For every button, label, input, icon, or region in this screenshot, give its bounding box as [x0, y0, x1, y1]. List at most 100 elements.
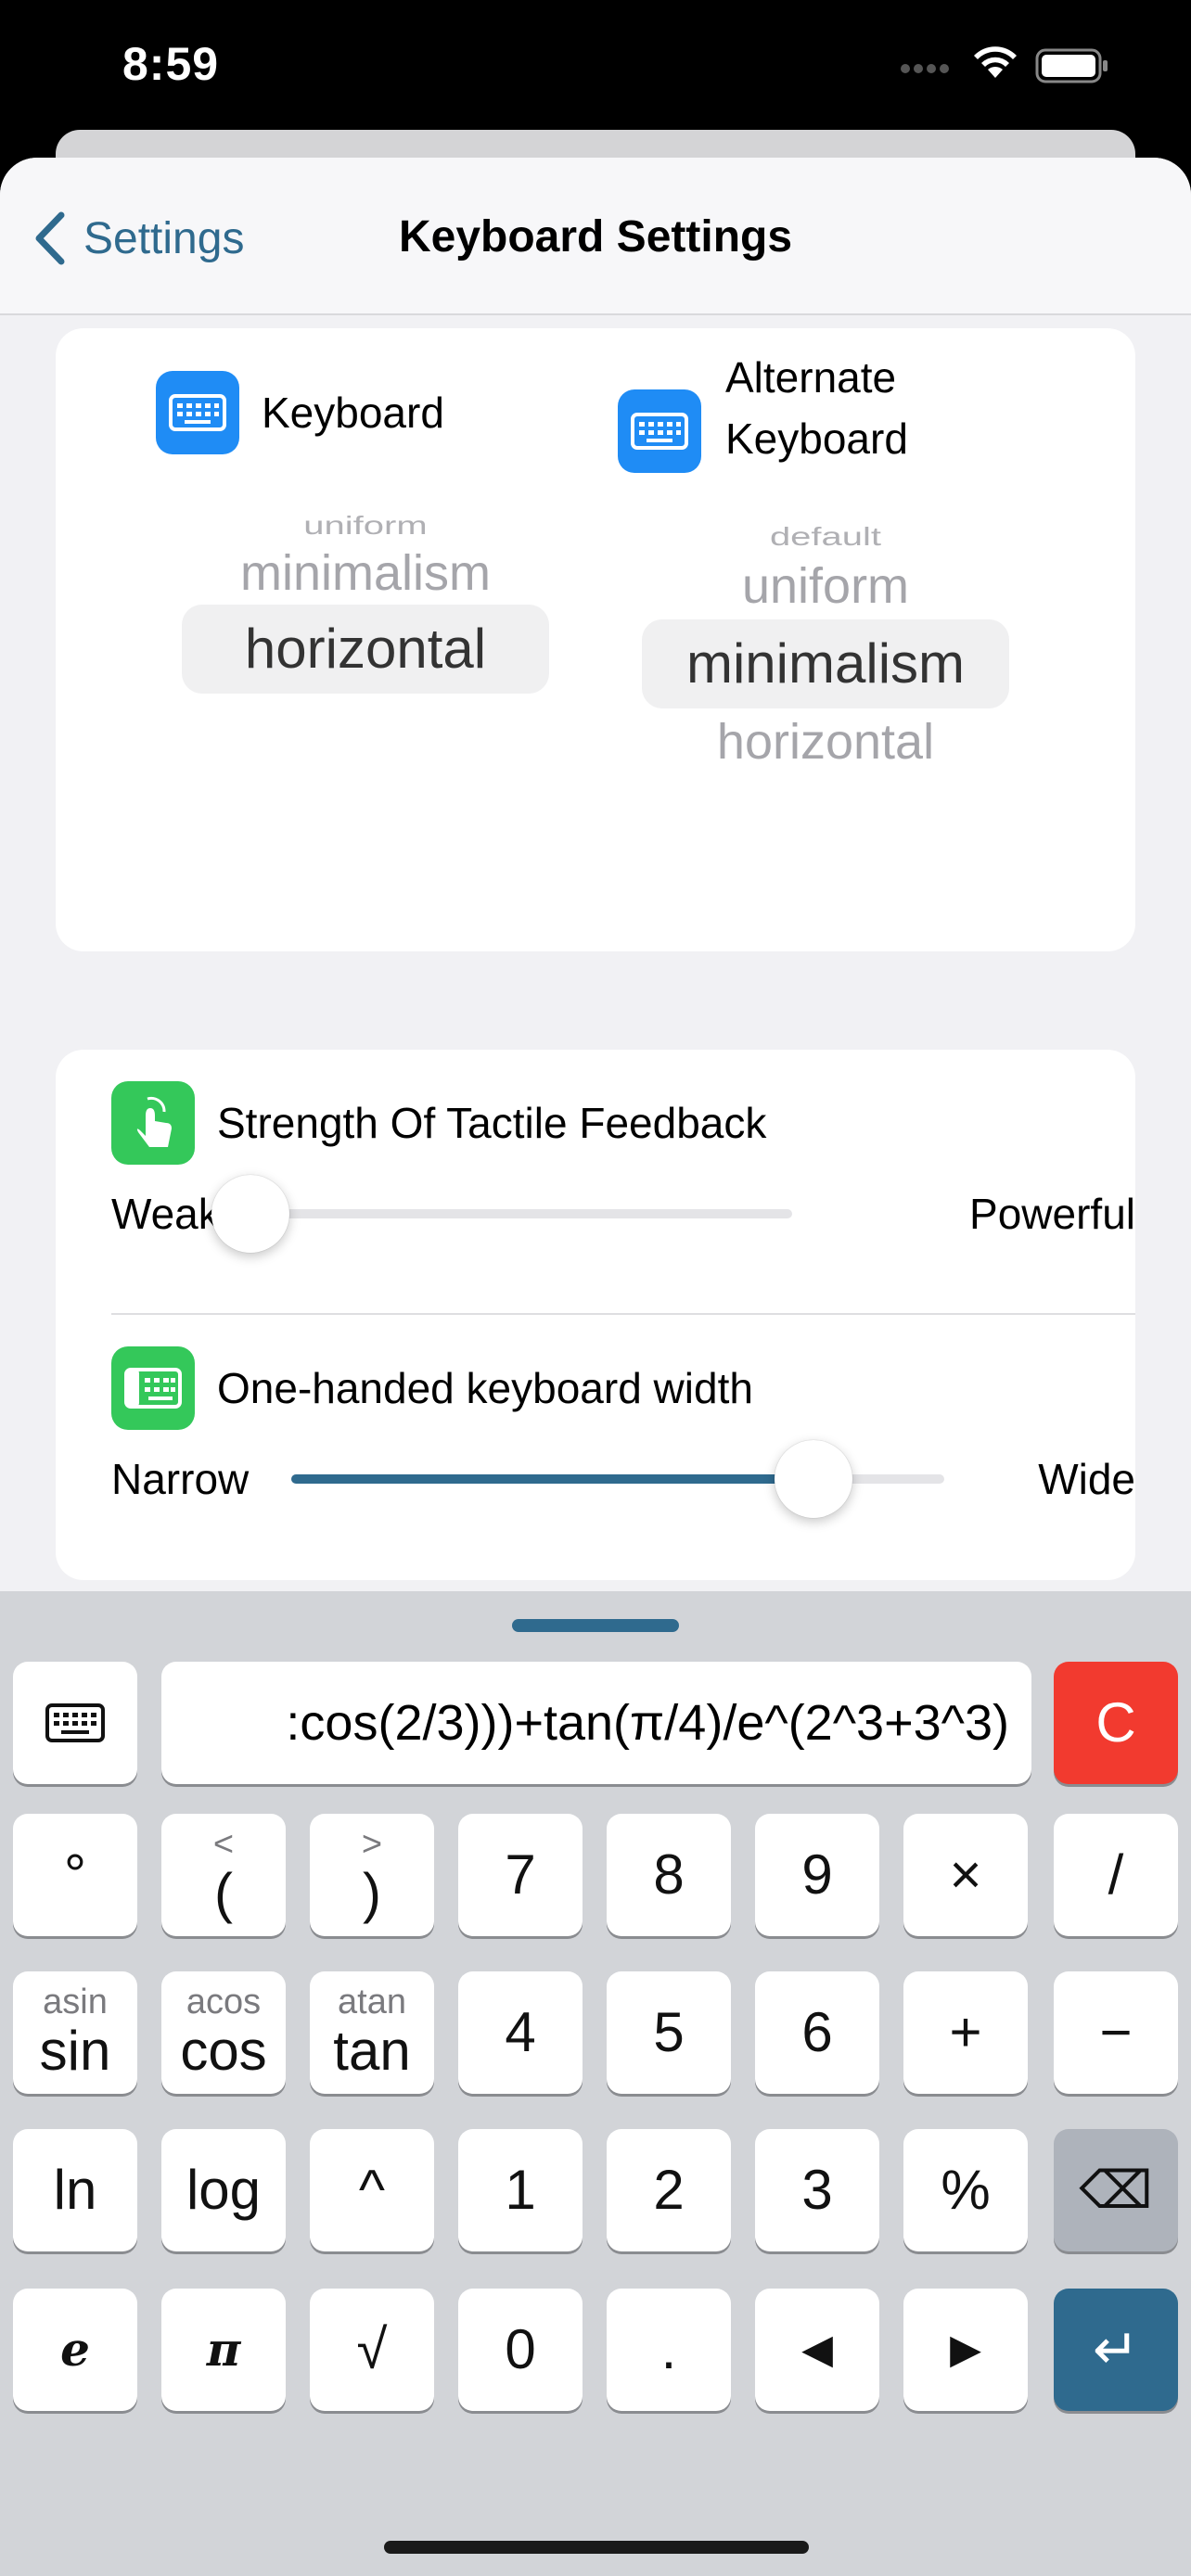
- picker-option[interactable]: uniform: [182, 515, 549, 537]
- key-plus[interactable]: +: [903, 1971, 1028, 2094]
- key-multiply[interactable]: ×: [903, 1814, 1028, 1936]
- keyboard-drag-handle[interactable]: [512, 1619, 679, 1632]
- key-cursor-left[interactable]: ◀: [755, 2289, 879, 2411]
- key-enter[interactable]: ↵: [1054, 2289, 1178, 2411]
- key-ln[interactable]: ln: [13, 2129, 137, 2251]
- key-sqrt[interactable]: √: [310, 2289, 434, 2411]
- key-secondary-label: asin: [43, 1983, 108, 2021]
- key-percent[interactable]: %: [903, 2129, 1028, 2251]
- width-max-label: Wide: [1038, 1455, 1135, 1503]
- key-label: 5: [653, 2001, 685, 2063]
- tactile-slider-thumb[interactable]: [211, 1175, 289, 1253]
- key-label: ): [363, 1862, 381, 1924]
- home-indicator: [384, 2541, 809, 2554]
- key-label: 1: [505, 2159, 536, 2221]
- battery-icon: [1035, 48, 1108, 83]
- navigation-bar: Settings Keyboard Settings: [0, 158, 1191, 315]
- alternate-keyboard-picker[interactable]: default uniform minimalism horizontal: [642, 521, 1009, 818]
- width-slider-fill: [291, 1474, 814, 1484]
- key-label: ⌫: [1079, 2161, 1153, 2219]
- key-digit-7[interactable]: 7: [458, 1814, 583, 1936]
- keyboard-style-picker[interactable]: uniform minimalism horizontal: [182, 510, 549, 788]
- tactile-feedback-slider-row: Weak Powerful: [111, 1175, 1135, 1253]
- key-degree[interactable]: °: [13, 1814, 137, 1936]
- key-label: sin: [39, 2020, 111, 2082]
- width-slider-thumb[interactable]: [775, 1440, 853, 1518]
- key-label: (: [214, 1862, 233, 1924]
- tactile-min-label: Weak: [111, 1190, 220, 1238]
- key-label: π: [206, 2322, 241, 2377]
- cellular-signal-icon: [901, 64, 949, 73]
- key-digit-6[interactable]: 6: [755, 1971, 879, 2094]
- key-digit-8[interactable]: 8: [607, 1814, 731, 1936]
- key-cursor-right[interactable]: ▶: [903, 2289, 1028, 2411]
- tactile-max-label: Powerful: [969, 1190, 1135, 1238]
- keyboard-width-slider-row: Narrow Wide: [111, 1440, 1135, 1518]
- key-label: 8: [653, 1843, 685, 1906]
- key-cos[interactable]: acos cos: [161, 1971, 286, 2094]
- key-label: 7: [505, 1843, 536, 1906]
- key-label: ln: [53, 2159, 97, 2221]
- tactile-slider-track[interactable]: [211, 1175, 792, 1253]
- key-label: −: [1099, 2001, 1133, 2063]
- key-log[interactable]: log: [161, 2129, 286, 2251]
- key-euler-e[interactable]: e: [13, 2289, 137, 2411]
- key-digit-1[interactable]: 1: [458, 2129, 583, 2251]
- picker-option[interactable]: minimalism: [182, 545, 549, 601]
- alternate-keyboard-icon: [618, 389, 701, 473]
- key-divide[interactable]: /: [1054, 1814, 1178, 1936]
- clear-button[interactable]: C: [1054, 1662, 1178, 1784]
- key-digit-2[interactable]: 2: [607, 2129, 731, 2251]
- picker-option[interactable]: default: [642, 526, 1009, 548]
- key-label: 6: [801, 2001, 833, 2063]
- keyboard-label: Keyboard: [262, 389, 444, 437]
- key-label: ◀: [801, 2327, 833, 2372]
- key-sin[interactable]: asin sin: [13, 1971, 137, 2094]
- key-secondary-label: >: [361, 1825, 383, 1864]
- keyboard-layout-card: Keyboard uniform minimalism horizontal A…: [56, 328, 1135, 951]
- key-power[interactable]: ^: [310, 2129, 434, 2251]
- width-slider-track[interactable]: [291, 1440, 944, 1518]
- key-pi[interactable]: π: [161, 2289, 286, 2411]
- key-decimal-point[interactable]: .: [607, 2289, 731, 2411]
- key-label: °: [64, 1843, 86, 1906]
- status-time: 8:59: [122, 38, 220, 90]
- key-secondary-label: <: [212, 1825, 235, 1864]
- width-min-label: Narrow: [111, 1455, 250, 1503]
- key-label: 2: [653, 2159, 685, 2221]
- key-label: 9: [801, 1843, 833, 1906]
- key-digit-0[interactable]: 0: [458, 2289, 583, 2411]
- key-digit-5[interactable]: 5: [607, 1971, 731, 2094]
- key-digit-4[interactable]: 4: [458, 1971, 583, 2094]
- divider: [111, 1313, 1135, 1315]
- page-title: Keyboard Settings: [398, 212, 793, 261]
- switch-keyboard-button[interactable]: [13, 1662, 137, 1784]
- wifi-icon: [974, 46, 1017, 78]
- picker-option[interactable]: uniform: [642, 558, 1009, 614]
- key-label: cos: [180, 2020, 267, 2082]
- key-digit-3[interactable]: 3: [755, 2129, 879, 2251]
- picker-selected-option[interactable]: horizontal: [182, 605, 549, 694]
- key-paren-close[interactable]: >): [310, 1814, 434, 1936]
- key-digit-9[interactable]: 9: [755, 1814, 879, 1936]
- key-label: ^: [358, 2159, 386, 2221]
- key-minus[interactable]: −: [1054, 1971, 1178, 2094]
- key-label: √: [356, 2318, 388, 2380]
- picker-option[interactable]: horizontal: [642, 714, 1009, 770]
- key-label: ×: [949, 1843, 982, 1906]
- expression-text: :cos(2/3)))+tan(π/4)/e^(2^3+3^3): [286, 1695, 1009, 1751]
- key-label: +: [949, 2001, 982, 2063]
- expression-display[interactable]: :cos(2/3)))+tan(π/4)/e^(2^3+3^3): [161, 1662, 1031, 1784]
- key-tan[interactable]: atan tan: [310, 1971, 434, 2094]
- keyboard-width-label: One-handed keyboard width: [217, 1364, 753, 1412]
- alternate-keyboard-label-line2: Keyboard: [725, 414, 908, 463]
- key-backspace[interactable]: ⌫: [1054, 2129, 1178, 2251]
- key-paren-open[interactable]: <(: [161, 1814, 286, 1936]
- key-label: %: [941, 2159, 991, 2221]
- clear-label: C: [1095, 1691, 1136, 1753]
- key-label: ↵: [1092, 2318, 1140, 2380]
- picker-selected-option[interactable]: minimalism: [642, 619, 1009, 708]
- key-secondary-label: atan: [338, 1983, 406, 2021]
- calculator-keyboard: :cos(2/3)))+tan(π/4)/e^(2^3+3^3) C ° <(>)…: [0, 1591, 1191, 2576]
- key-label: 3: [801, 2159, 833, 2221]
